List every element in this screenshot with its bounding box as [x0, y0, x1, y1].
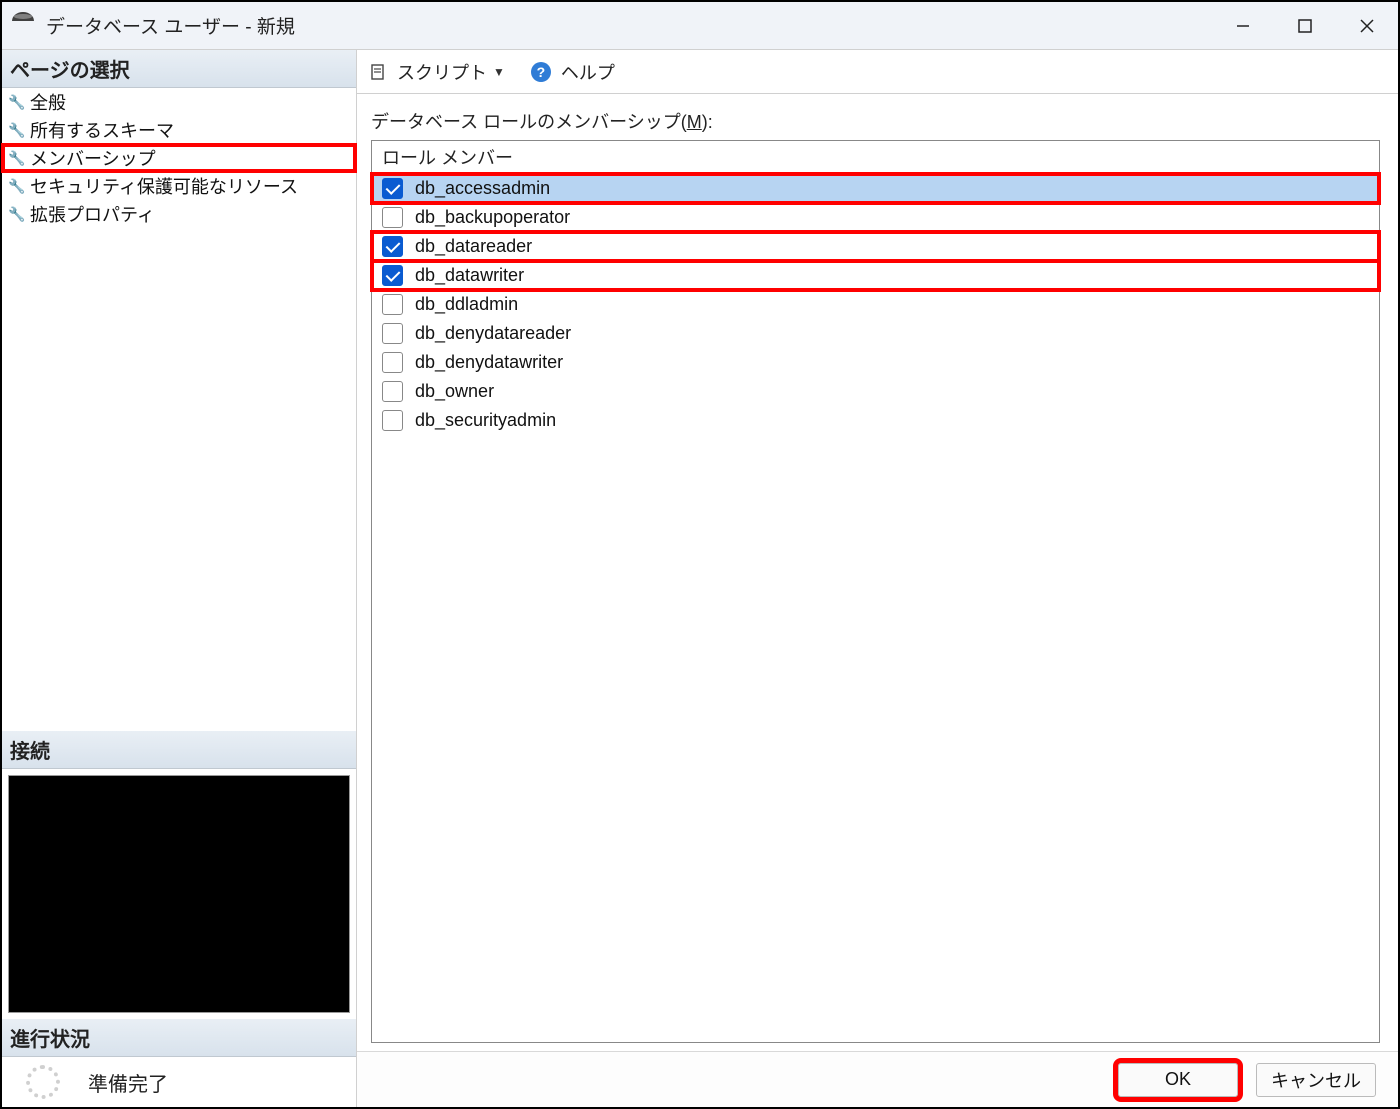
wrench-icon: 🔧 [8, 93, 26, 111]
minimize-button[interactable] [1212, 3, 1274, 49]
role-checkbox[interactable] [382, 323, 403, 344]
role-name-label: db_denydatareader [415, 323, 571, 344]
role-list-box: ロール メンバー db_accessadmin db_backupoperator… [371, 140, 1380, 1043]
sidebar-item-0[interactable]: 🔧全般 [2, 88, 356, 116]
window-title: データベース ユーザー - 新規 [46, 12, 295, 39]
titlebar: データベース ユーザー - 新規 [2, 2, 1398, 50]
sidebar-item-label: 拡張プロパティ [30, 201, 155, 227]
sidebar-item-1[interactable]: 🔧所有するスキーマ [2, 116, 356, 144]
ok-button[interactable]: OK [1118, 1063, 1238, 1097]
role-checkbox[interactable] [382, 265, 403, 286]
role-row-db_ddladmin[interactable]: db_ddladmin [372, 290, 1379, 319]
wrench-icon: 🔧 [8, 149, 26, 167]
role-row-db_denydatareader[interactable]: db_denydatareader [372, 319, 1379, 348]
connection-header: 接続 [2, 731, 356, 769]
progress-row: 準備完了 [2, 1057, 356, 1107]
role-name-label: db_denydatawriter [415, 352, 563, 373]
spinner-icon [26, 1065, 60, 1099]
sidebar-item-label: メンバーシップ [30, 145, 156, 171]
progress-header: 進行状況 [2, 1019, 356, 1057]
toolbar: スクリプト ▼ ? ヘルプ [357, 50, 1398, 94]
script-icon [369, 63, 387, 81]
role-name-label: db_datareader [415, 236, 532, 257]
role-row-db_backupoperator[interactable]: db_backupoperator [372, 203, 1379, 232]
page-select-header: ページの選択 [2, 50, 356, 88]
script-button[interactable]: スクリプト [397, 59, 487, 85]
role-name-label: db_backupoperator [415, 207, 570, 228]
wrench-icon: 🔧 [8, 177, 26, 195]
role-checkbox[interactable] [382, 236, 403, 257]
connection-info-box [8, 775, 350, 1013]
sidebar-item-3[interactable]: 🔧セキュリティ保護可能なリソース [2, 172, 356, 200]
page-nav-list: 🔧全般🔧所有するスキーマ🔧メンバーシップ🔧セキュリティ保護可能なリソース🔧拡張プ… [2, 88, 356, 228]
dialog-footer: OK キャンセル [357, 1051, 1398, 1107]
role-row-db_datareader[interactable]: db_datareader [372, 232, 1379, 261]
role-name-label: db_accessadmin [415, 178, 550, 199]
sidebar-item-label: 全般 [30, 89, 66, 115]
role-checkbox[interactable] [382, 294, 403, 315]
database-icon [12, 14, 36, 38]
wrench-icon: 🔧 [8, 205, 26, 223]
role-name-label: db_ddladmin [415, 294, 518, 315]
role-column-header: ロール メンバー [372, 141, 1379, 174]
role-checkbox[interactable] [382, 352, 403, 373]
sidebar-item-4[interactable]: 🔧拡張プロパティ [2, 200, 356, 228]
maximize-button[interactable] [1274, 3, 1336, 49]
cancel-button[interactable]: キャンセル [1256, 1063, 1376, 1097]
role-row-db_datawriter[interactable]: db_datawriter [372, 261, 1379, 290]
main-panel: スクリプト ▼ ? ヘルプ データベース ロールのメンバーシップ(M): ロール… [357, 50, 1398, 1107]
sidebar: ページの選択 🔧全般🔧所有するスキーマ🔧メンバーシップ🔧セキュリティ保護可能なリ… [2, 50, 357, 1107]
close-button[interactable] [1336, 3, 1398, 49]
help-icon: ? [531, 62, 551, 82]
sidebar-item-label: セキュリティ保護可能なリソース [30, 173, 298, 199]
role-checkbox[interactable] [382, 207, 403, 228]
sidebar-item-label: 所有するスキーマ [30, 117, 174, 143]
dialog-window: データベース ユーザー - 新規 ページの選択 🔧全般🔧所有するスキーマ🔧メンバ… [0, 0, 1400, 1109]
role-checkbox[interactable] [382, 410, 403, 431]
help-button[interactable]: ヘルプ [561, 59, 615, 85]
role-checkbox[interactable] [382, 178, 403, 199]
role-checkbox[interactable] [382, 381, 403, 402]
role-row-db_denydatawriter[interactable]: db_denydatawriter [372, 348, 1379, 377]
role-name-label: db_datawriter [415, 265, 524, 286]
script-dropdown-icon[interactable]: ▼ [493, 65, 505, 79]
progress-status-label: 準備完了 [88, 1068, 168, 1097]
role-row-db_owner[interactable]: db_owner [372, 377, 1379, 406]
role-name-label: db_owner [415, 381, 494, 402]
role-row-db_accessadmin[interactable]: db_accessadmin [372, 174, 1379, 203]
wrench-icon: 🔧 [8, 121, 26, 139]
membership-label: データベース ロールのメンバーシップ(M): [371, 108, 1380, 134]
role-row-db_securityadmin[interactable]: db_securityadmin [372, 406, 1379, 435]
sidebar-item-2[interactable]: 🔧メンバーシップ [2, 144, 356, 172]
role-name-label: db_securityadmin [415, 410, 556, 431]
